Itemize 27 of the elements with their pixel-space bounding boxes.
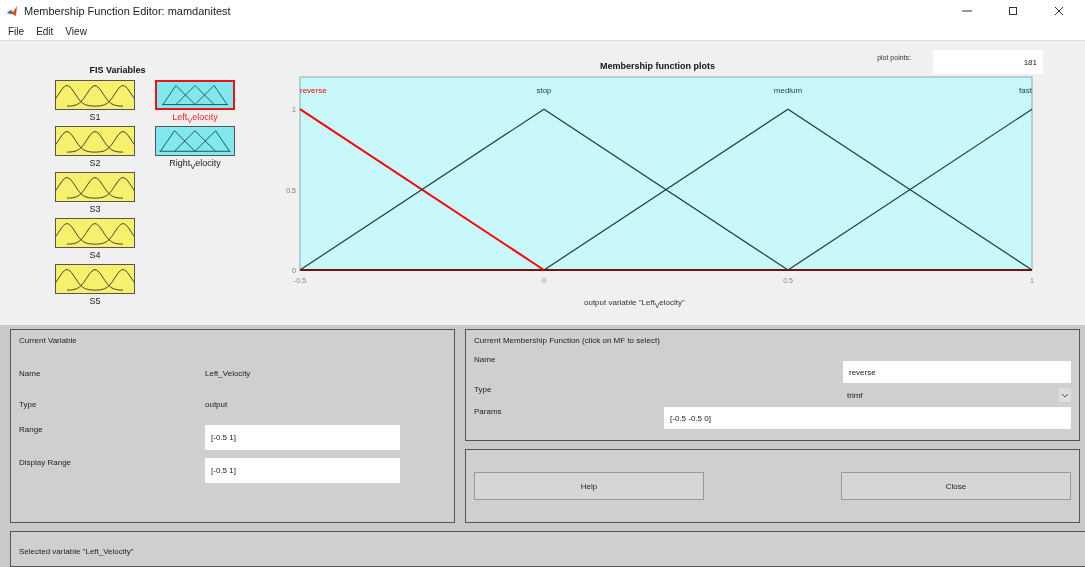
field-label: Params: [474, 407, 502, 416]
status-text: Selected variable "Left_Velocity": [19, 547, 134, 556]
membership-label: medium: [773, 86, 803, 95]
field-label: Type: [19, 400, 38, 409]
variable-label: S1: [89, 111, 101, 124]
field-label: Name: [474, 355, 496, 364]
window-title: Membership Function Editor: mamdanitest: [24, 5, 232, 17]
membership-label: fast: [1019, 86, 1032, 95]
field-value: Left_Velocity: [205, 369, 252, 378]
variable-label: S4: [89, 249, 101, 262]
membership-label: reverse: [300, 86, 327, 95]
variable-label: Right$_{V}$elocity: [169, 157, 221, 172]
field-label: Type: [474, 385, 492, 394]
chart-title: Membership function plots: [600, 61, 715, 73]
section-title: FIS Variables: [89, 65, 146, 75]
variable-label: S2: [89, 157, 101, 170]
field-label: Range: [19, 425, 44, 434]
field-label: Display Range: [19, 458, 73, 467]
variable-label: S5: [89, 295, 101, 308]
field-value: output: [205, 400, 229, 409]
field-label: Name: [19, 369, 42, 378]
axis-label: output variable "Left$_{V}$elocity": [584, 298, 685, 309]
variable-label: Left$_{V}$elocity: [172, 111, 218, 126]
membership-label: stop: [536, 86, 552, 95]
variable-label: S3: [89, 203, 101, 216]
panel-title: Current Variable: [19, 336, 78, 345]
panel-title: Current Membership Function (click on MF to select): [474, 336, 661, 345]
